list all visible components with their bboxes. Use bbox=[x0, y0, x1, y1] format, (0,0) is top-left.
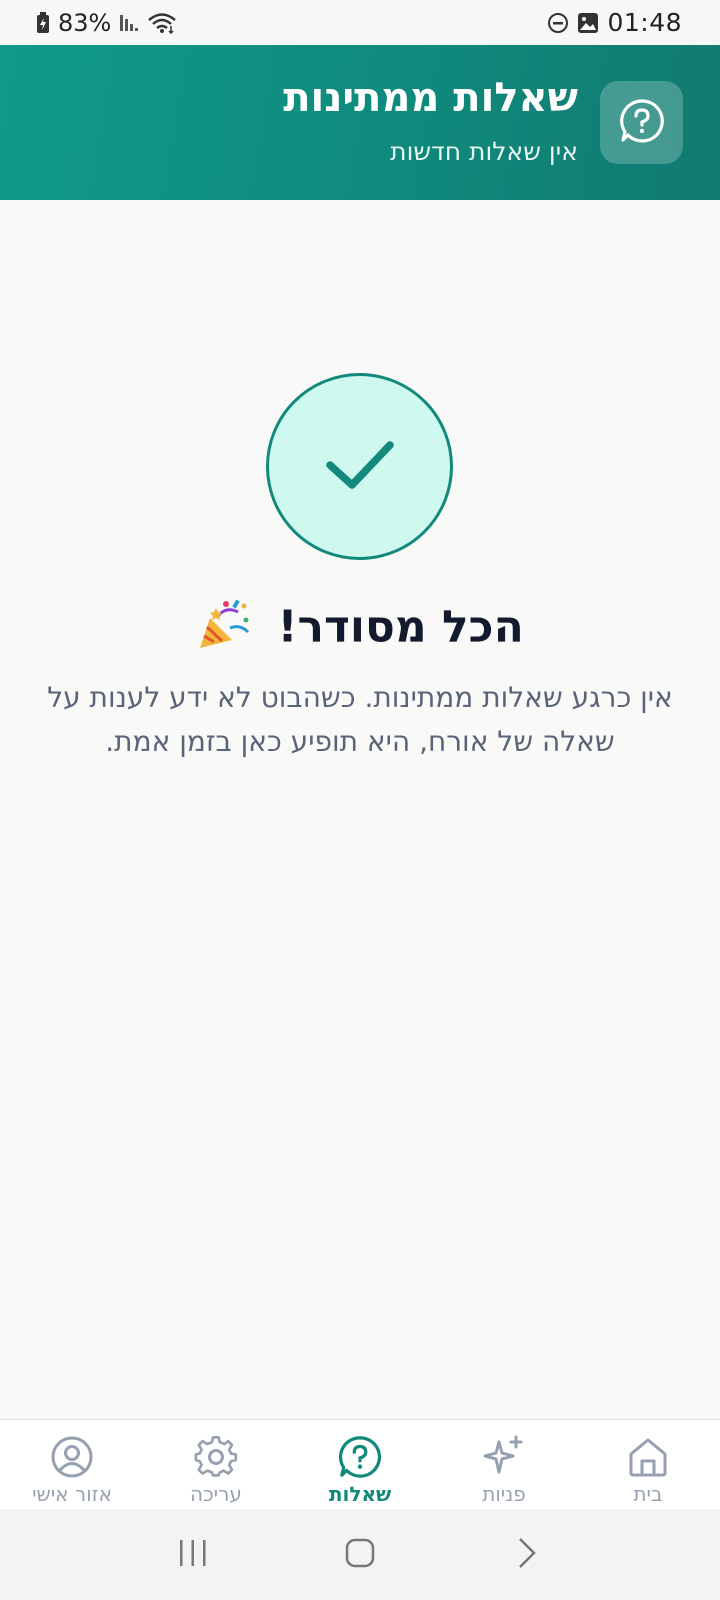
nav-item-profile[interactable]: אזור אישי bbox=[0, 1420, 144, 1509]
empty-state-description: אין כרגע שאלות ממתינות. כשהבוט לא ידע לע… bbox=[47, 681, 673, 758]
nav-item-home[interactable]: בית bbox=[576, 1420, 720, 1509]
status-left: 83% bbox=[36, 9, 177, 37]
sparkle-icon bbox=[481, 1434, 527, 1480]
help-circle-icon bbox=[618, 97, 666, 149]
success-badge bbox=[266, 373, 453, 560]
gear-icon bbox=[194, 1434, 238, 1480]
help-chat-icon bbox=[337, 1434, 383, 1480]
page-header: שאלות ממתינות אין שאלות חדשות bbox=[0, 45, 720, 200]
nav-item-edit[interactable]: עריכה bbox=[144, 1420, 288, 1509]
wifi-icon bbox=[147, 12, 177, 34]
signal-icon bbox=[119, 13, 139, 33]
chevron-right-icon bbox=[516, 1536, 538, 1574]
empty-state-title: הכל מסודר! bbox=[0, 598, 720, 661]
party-popper-icon bbox=[196, 598, 252, 661]
nav-item-requests[interactable]: פניות bbox=[432, 1420, 576, 1509]
nav-label-questions: שאלות bbox=[328, 1482, 392, 1506]
battery-percent: 83% bbox=[58, 8, 112, 37]
clock: 01:48 bbox=[607, 8, 682, 37]
home-icon bbox=[626, 1434, 670, 1480]
battery-icon bbox=[36, 11, 50, 34]
image-icon bbox=[577, 12, 599, 34]
home-button[interactable] bbox=[330, 1525, 390, 1585]
page-title: שאלות ממתינות bbox=[283, 75, 578, 121]
status-bar: 83% 01:48 bbox=[0, 0, 720, 45]
nav-label-profile: אזור אישי bbox=[32, 1482, 112, 1506]
nav-label-home: בית bbox=[633, 1482, 663, 1506]
user-circle-icon bbox=[50, 1434, 94, 1480]
recent-apps-button[interactable] bbox=[163, 1525, 223, 1585]
recent-apps-icon bbox=[177, 1538, 209, 1572]
home-square-icon bbox=[344, 1537, 376, 1573]
do-not-disturb-icon bbox=[547, 12, 569, 34]
bottom-nav: אזור אישי עריכה שאלות פניות בית bbox=[0, 1419, 720, 1509]
nav-item-questions[interactable]: שאלות bbox=[288, 1420, 432, 1509]
empty-state-title-text: הכל מסודר! bbox=[277, 601, 524, 653]
page-subtitle: אין שאלות חדשות bbox=[390, 137, 578, 166]
back-button[interactable] bbox=[497, 1525, 557, 1585]
nav-label-edit: עריכה bbox=[190, 1482, 242, 1506]
check-icon bbox=[320, 425, 400, 509]
system-nav-bar bbox=[0, 1509, 720, 1600]
status-right: 01:48 bbox=[547, 8, 682, 37]
nav-label-requests: פניות bbox=[482, 1482, 526, 1506]
header-icon-box bbox=[600, 81, 683, 164]
